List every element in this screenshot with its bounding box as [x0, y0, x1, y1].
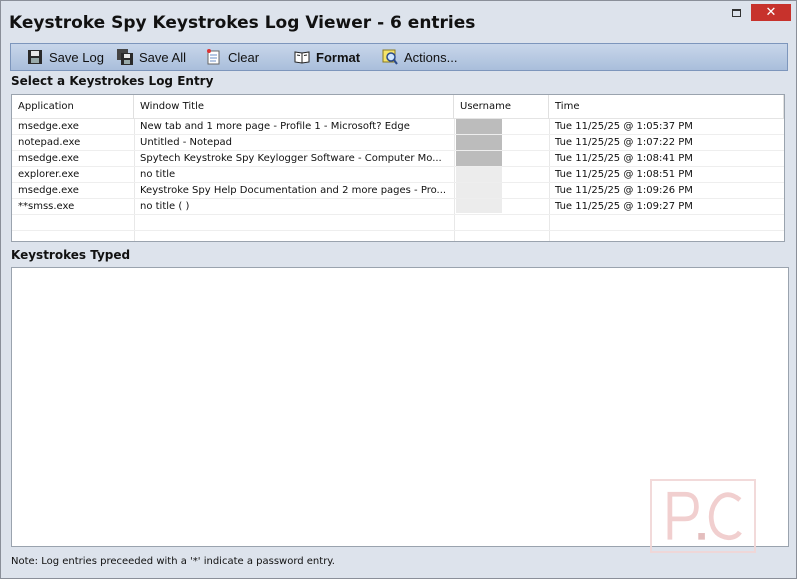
grid-header: Application Window Title Username Time [12, 95, 784, 119]
floppy-disks-icon [117, 49, 133, 65]
close-icon: ✕ [765, 5, 777, 20]
format-button[interactable]: Format [294, 44, 360, 70]
clear-label: Clear [228, 49, 260, 65]
cell-time: Tue 11/25/25 @ 1:09:27 PM [555, 201, 693, 212]
cell-application: msedge.exe [18, 153, 79, 164]
cell-window-title: no title ( ) [140, 201, 190, 212]
magnifier-actions-icon [382, 49, 398, 65]
cell-time: Tue 11/25/25 @ 1:08:41 PM [555, 153, 693, 164]
actions-button[interactable]: Actions... [382, 44, 457, 70]
restore-button[interactable] [723, 4, 749, 21]
cell-application: **smss.exe [18, 201, 75, 212]
cell-username [454, 167, 549, 183]
cell-window-title: Keystroke Spy Help Documentation and 2 m… [140, 185, 447, 196]
cell-window-title: Spytech Keystroke Spy Keylogger Software… [140, 153, 442, 164]
cell-application: explorer.exe [18, 169, 80, 180]
table-row[interactable]: explorer.exe no title Tue 11/25/25 @ 1:0… [12, 167, 784, 183]
column-header-time[interactable]: Time [549, 95, 784, 119]
table-row[interactable]: **smss.exe no title ( ) Tue 11/25/25 @ 1… [12, 199, 784, 215]
window-title: Keystroke Spy Keystrokes Log Viewer - 6 … [9, 13, 476, 33]
cell-username [454, 135, 549, 151]
cell-application: notepad.exe [18, 137, 81, 148]
main-window: Keystroke Spy Keystrokes Log Viewer - 6 … [0, 0, 797, 579]
password-note: Note: Log entries preceeded with a '*' i… [11, 556, 335, 567]
cell-time: Tue 11/25/25 @ 1:05:37 PM [555, 121, 693, 132]
floppy-disk-icon [27, 49, 43, 65]
cell-window-title: Untitled - Notepad [140, 137, 233, 148]
column-header-application[interactable]: Application [12, 95, 134, 119]
save-all-button[interactable]: Save All [117, 44, 186, 70]
watermark-logo [650, 479, 756, 553]
cell-username [454, 151, 549, 167]
toolbar: Save Log Save All Clear Format Actions..… [10, 43, 788, 71]
title-bar: Keystroke Spy Keystrokes Log Viewer - 6 … [1, 1, 796, 41]
table-row[interactable]: msedge.exe Keystroke Spy Help Documentat… [12, 183, 784, 199]
cell-application: msedge.exe [18, 185, 79, 196]
cell-window-title: New tab and 1 more page - Profile 1 - Mi… [140, 121, 410, 132]
save-all-label: Save All [139, 49, 186, 65]
cell-username [454, 119, 549, 135]
cell-username [454, 199, 549, 215]
cell-time: Tue 11/25/25 @ 1:07:22 PM [555, 137, 693, 148]
table-row-empty [12, 215, 784, 231]
table-row[interactable]: msedge.exe Spytech Keystroke Spy Keylogg… [12, 151, 784, 167]
keystrokes-section-label: Keystrokes Typed [11, 248, 131, 262]
clear-document-icon [206, 49, 222, 65]
clear-button[interactable]: Clear [206, 44, 259, 70]
save-log-button[interactable]: Save Log [27, 44, 104, 70]
format-label: Format [316, 49, 361, 65]
restore-icon [731, 8, 741, 17]
cell-application: msedge.exe [18, 121, 79, 132]
cell-time: Tue 11/25/25 @ 1:09:26 PM [555, 185, 693, 196]
save-log-label: Save Log [49, 49, 104, 65]
close-button[interactable]: ✕ [751, 4, 791, 21]
open-book-icon [294, 49, 310, 65]
actions-label: Actions... [404, 49, 458, 65]
column-header-window-title[interactable]: Window Title [134, 95, 454, 119]
column-header-username[interactable]: Username [454, 95, 549, 119]
cell-time: Tue 11/25/25 @ 1:08:51 PM [555, 169, 693, 180]
table-row[interactable]: msedge.exe New tab and 1 more page - Pro… [12, 119, 784, 135]
log-section-label: Select a Keystrokes Log Entry [11, 74, 214, 88]
cell-window-title: no title [140, 169, 176, 180]
log-entries-grid[interactable]: Application Window Title Username Time m… [11, 94, 785, 242]
table-row[interactable]: notepad.exe Untitled - Notepad Tue 11/25… [12, 135, 784, 151]
cell-username [454, 183, 549, 199]
